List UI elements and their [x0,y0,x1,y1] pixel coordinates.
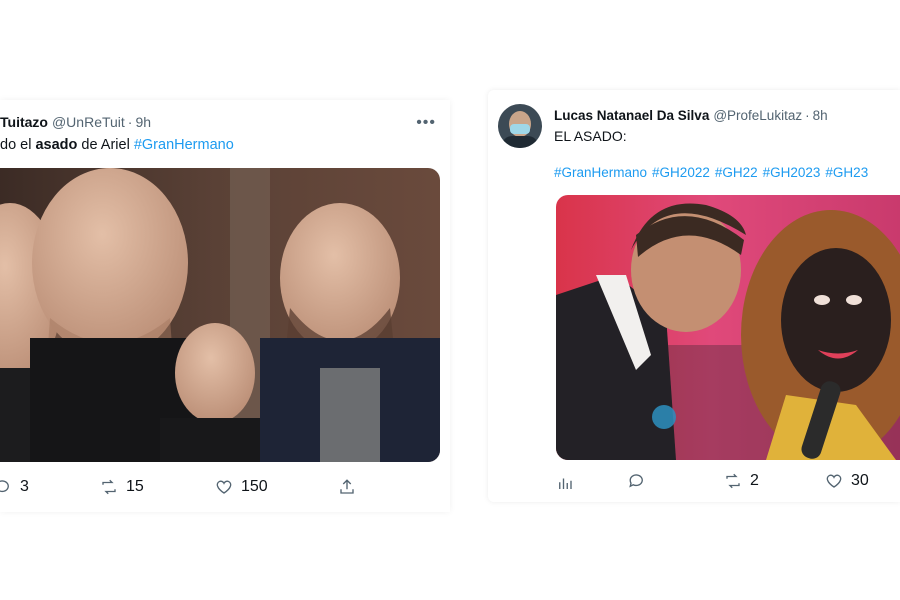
tweet-timestamp[interactable]: 9h [135,114,151,130]
like-button[interactable]: 150 [215,478,268,496]
retweet-button[interactable]: 15 [100,478,144,496]
reply-button[interactable] [628,472,646,490]
tweet-text: do el asado de Ariel #GranHermano [0,137,234,153]
heart-icon [826,474,842,488]
more-options-icon[interactable]: ••• [416,114,436,132]
avatar-mask [510,124,530,134]
tweet-header: Lucas Natanael Da Silva @ProfeLukitaz · … [554,108,828,123]
reply-button[interactable]: 3 [0,478,29,496]
reply-icon [629,474,643,488]
avatar-shirt [502,136,538,148]
tweet-text-bold: asado [35,137,78,153]
author-handle[interactable]: @UnReTuit [52,114,125,130]
tweet-card-right[interactable]: Lucas Natanael Da Silva @ProfeLukitaz · … [488,90,900,502]
tweet-text-part: de Ariel [77,137,134,153]
analytics-button[interactable] [556,474,574,492]
tweet-text: EL ASADO: [554,128,627,144]
separator-dot: · [127,114,133,130]
like-button[interactable]: 30 [825,472,869,490]
tweet-media-image[interactable] [0,168,440,462]
like-count: 30 [851,472,869,489]
share-icon [340,479,354,494]
analytics-icon [559,478,572,489]
hashtag-list: #GranHermano #GH2022 #GH22 #GH2023 #GH23 [554,165,873,180]
separator-dot: · [805,108,810,123]
retweet-button[interactable]: 2 [724,472,759,490]
author-name[interactable]: Tuitazo [0,114,48,130]
retweet-icon [726,473,740,489]
reply-icon [0,480,9,493]
hashtag-link[interactable]: #GH2022 [652,165,710,180]
tweet-card-left[interactable]: Tuitazo @UnReTuit · 9h ••• do el asado d… [0,100,450,512]
retweet-icon [102,479,116,495]
tv-show-image [556,195,900,460]
author-name[interactable]: Lucas Natanael Da Silva [554,108,709,123]
hashtag-link[interactable]: #GH22 [715,165,758,180]
avatar[interactable] [498,104,542,148]
like-count: 150 [241,478,268,495]
retweet-count: 15 [126,478,144,495]
tweet-timestamp[interactable]: 8h [813,108,828,123]
hashtag-link[interactable]: #GH2023 [763,165,821,180]
reply-count: 3 [20,478,29,495]
heart-icon [216,480,232,494]
hashtag-link[interactable]: #GranHermano [554,165,647,180]
hashtag-link[interactable]: #GranHermano [134,137,234,153]
hashtag-link[interactable]: #GH23 [825,165,868,180]
tweet-media-image[interactable] [556,195,900,460]
meme-image [0,168,440,462]
author-handle[interactable]: @ProfeLukitaz [713,108,802,123]
tweet-text-part: do el [0,137,36,153]
share-button[interactable] [338,478,356,496]
retweet-count: 2 [750,472,759,489]
tweet-header: Tuitazo @UnReTuit · 9h [0,114,151,130]
